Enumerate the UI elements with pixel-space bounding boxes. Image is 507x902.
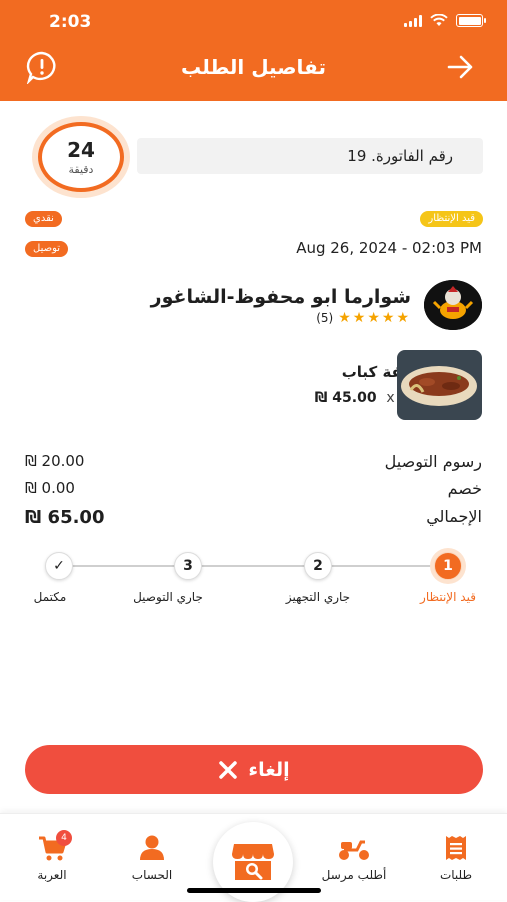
step-preparing: 2 [304, 552, 332, 580]
app-header: 2:03 تفاصيل الطلب [0, 0, 507, 101]
page-title: تفاصيل الطلب [181, 55, 326, 79]
scooter-icon [339, 840, 369, 860]
delivery-fee-value: ₪ 20.00 [25, 452, 85, 470]
cancel-order-button[interactable]: إلغاء [25, 745, 483, 794]
step-completed: ✓ [45, 552, 73, 580]
progress-track [58, 565, 450, 567]
star-rating-icons: ★★★★★ [338, 310, 411, 326]
discount-row: خصم ₪ 0.00 [25, 479, 482, 498]
restaurant-name: شوارما ابو محفوظ-الشاغور [150, 286, 411, 308]
order-status-chip: قيد الإنتظار [420, 211, 483, 227]
step-delivering: 3 [174, 552, 202, 580]
discount-value: ₪ 0.00 [25, 479, 75, 497]
item-price: ₪ 45.00 [314, 390, 377, 406]
step-pending: 1 [434, 552, 462, 580]
step-preparing-label: جاري التجهيز [285, 590, 351, 604]
arrow-right-icon[interactable] [446, 54, 474, 80]
delivery-fee-row: رسوم التوصيل ₪ 20.00 [25, 452, 482, 471]
invoice-number: رقم الفاتورة. 19 [137, 138, 483, 174]
timer-unit: دقيقة [68, 163, 94, 176]
total-value: ₪ 65.00 [25, 507, 105, 528]
discount-label: خصم [447, 479, 482, 498]
restaurant-rating: ★★★★★ (5) [316, 310, 411, 326]
tab-cart[interactable]: 4 العربة [7, 830, 97, 882]
tab-orders-label: طلبات [439, 868, 473, 882]
item-image [397, 350, 482, 420]
battery-icon [456, 14, 486, 27]
bottom-tab-bar: طلبات أطلب مرسل الحساب 4 العربة [0, 813, 507, 902]
order-date: Aug 26, 2024 - 02:03 PM [296, 239, 482, 257]
tab-courier-label: أطلب مرسل [321, 868, 387, 882]
tab-account[interactable]: الحساب [107, 834, 197, 882]
receipt-icon [446, 836, 466, 860]
status-icons [404, 14, 486, 27]
tab-account-label: الحساب [131, 868, 173, 882]
delivery-method-chip: توصيل [25, 241, 69, 257]
cart-count-badge: 4 [56, 830, 72, 846]
step-completed-label: مكتمل [33, 590, 67, 604]
tab-orders[interactable]: طلبات [411, 834, 501, 882]
delivery-fee-label: رسوم التوصيل [384, 452, 482, 471]
timer-value: 24 [67, 138, 95, 162]
cancel-button-label: إلغاء [248, 758, 290, 781]
home-indicator [187, 888, 321, 893]
delivery-timer: 24 دقيقة [38, 122, 124, 192]
restaurant-logo [424, 280, 482, 330]
wifi-icon [430, 14, 448, 26]
store-search-icon [232, 844, 274, 880]
total-label: الإجمالي [426, 507, 482, 526]
tab-courier[interactable]: أطلب مرسل [309, 834, 399, 882]
status-time: 2:03 [49, 12, 92, 32]
total-row: الإجمالي ₪ 65.00 [25, 507, 482, 528]
rating-count: (5) [316, 311, 334, 325]
signal-icon [404, 14, 422, 27]
tab-cart-label: العربة [37, 868, 67, 882]
user-icon [140, 835, 164, 860]
payment-chip: نقدي [25, 211, 62, 227]
step-delivering-label: جاري التوصيل [133, 590, 203, 604]
close-icon [219, 760, 238, 779]
item-price-line: ₪ 45.00 x 1 [315, 390, 408, 406]
step-pending-label: قيد الإنتظار [420, 590, 476, 604]
